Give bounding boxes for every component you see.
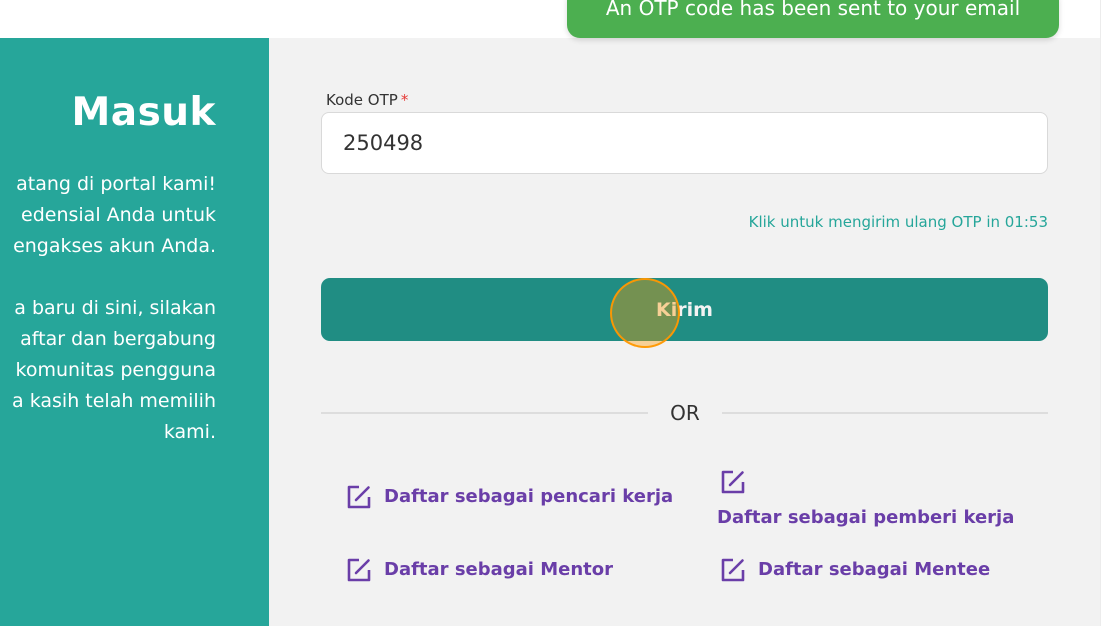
divider-left	[321, 412, 648, 414]
register-mentee-label: Daftar sebagai Mentee	[758, 559, 991, 580]
signup-invite-line: kami.	[163, 421, 216, 443]
divider-right	[722, 412, 1048, 414]
otp-sent-toast: An OTP code has been sent to your email	[567, 0, 1059, 38]
otp-label: Kode OTP *	[326, 91, 408, 109]
submit-button[interactable]: Kirim	[321, 278, 1048, 341]
register-mentor-label: Daftar sebagai Mentor	[384, 559, 614, 580]
signup-invite-line: a baru di sini, silakan	[14, 297, 216, 319]
register-job-seeker-link[interactable]: Daftar sebagai pencari kerja	[346, 484, 673, 512]
edit-square-icon	[721, 470, 745, 494]
welcome-text: atang di portal kami! edensial Anda untu…	[13, 169, 216, 262]
page-title: Masuk	[71, 90, 216, 135]
resend-otp-link[interactable]: Klik untuk mengirim ulang OTP in 01:53	[749, 213, 1048, 231]
signup-invite-line: a kasih telah memilih	[12, 390, 216, 412]
welcome-text-line: atang di portal kami!	[16, 173, 216, 195]
signup-invite-line: komunitas pengguna	[15, 359, 217, 381]
edit-square-icon	[347, 558, 371, 582]
welcome-panel: Masuk atang di portal kami! edensial And…	[0, 38, 269, 626]
edit-square-icon	[347, 485, 371, 509]
register-mentor-link[interactable]: Daftar sebagai Mentor	[346, 557, 613, 585]
otp-input[interactable]	[321, 112, 1048, 174]
edit-square-icon	[721, 558, 745, 582]
register-employer-label: Daftar sebagai pemberi kerja	[717, 507, 1015, 528]
signup-invite-line: aftar dan bergabung	[20, 328, 216, 350]
welcome-text-line: edensial Anda untuk	[21, 204, 216, 226]
required-mark: *	[400, 91, 409, 109]
scrollbar-track[interactable]	[1100, 0, 1120, 626]
welcome-text-line: engakses akun Anda.	[13, 235, 216, 257]
register-mentee-link[interactable]: Daftar sebagai Mentee	[720, 557, 990, 585]
or-divider-text: OR	[670, 401, 700, 425]
signup-invite-text: a baru di sini, silakan aftar dan bergab…	[12, 293, 216, 448]
register-job-seeker-label: Daftar sebagai pencari kerja	[384, 486, 674, 507]
register-employer-link[interactable]: Daftar sebagai pemberi kerja	[717, 469, 1014, 531]
otp-label-text: Kode OTP	[326, 91, 398, 109]
